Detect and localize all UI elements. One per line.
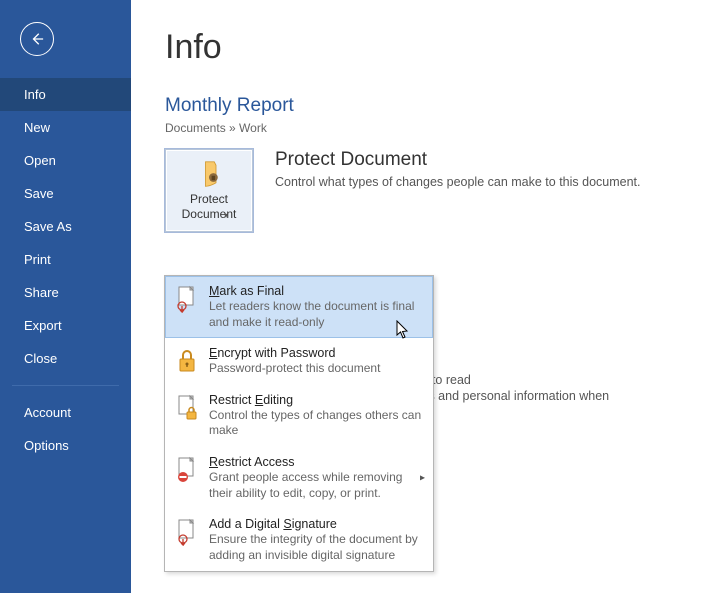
back-button[interactable] bbox=[20, 22, 54, 56]
nav-footer: AccountOptions bbox=[0, 396, 131, 462]
nav-item-account[interactable]: Account bbox=[0, 396, 131, 429]
menu-item-title: Restrict Access bbox=[209, 455, 423, 469]
nav-list: InfoNewOpenSaveSave AsPrintShareExportCl… bbox=[0, 78, 131, 375]
submenu-arrow-icon: ▸ bbox=[420, 473, 425, 484]
menu-item-title: Encrypt with Password bbox=[209, 346, 423, 360]
protect-section: Protect Document ▾ Protect Document Cont… bbox=[165, 149, 693, 232]
protect-button-label: Protect Document ▾ bbox=[182, 192, 237, 221]
dropdown-arrow-icon: ▾ bbox=[224, 211, 228, 221]
menu-item-title: Add a Digital Signature bbox=[209, 517, 423, 531]
back-arrow-icon bbox=[30, 32, 44, 46]
restrict-edit-icon bbox=[175, 393, 199, 423]
protect-section-body: Protect Document Control what types of c… bbox=[275, 149, 641, 189]
digital-sig-icon bbox=[175, 517, 199, 547]
nav-item-share[interactable]: Share bbox=[0, 276, 131, 309]
menu-item-mark-final[interactable]: Mark as FinalLet readers know the docume… bbox=[165, 276, 433, 338]
menu-item-restrict-access[interactable]: Restrict AccessGrant people access while… bbox=[165, 447, 433, 509]
breadcrumb: Documents » Work bbox=[165, 121, 693, 135]
menu-item-restrict-edit[interactable]: Restrict EditingControl the types of cha… bbox=[165, 385, 433, 447]
menu-item-digital-sig[interactable]: Add a Digital SignatureEnsure the integr… bbox=[165, 509, 433, 571]
encrypt-icon bbox=[175, 346, 199, 376]
nav-item-close[interactable]: Close bbox=[0, 342, 131, 375]
nav-item-save[interactable]: Save bbox=[0, 177, 131, 210]
protect-document-button[interactable]: Protect Document ▾ bbox=[165, 149, 253, 232]
menu-item-title: Restrict Editing bbox=[209, 393, 423, 407]
menu-item-desc: Ensure the integrity of the document by … bbox=[209, 532, 423, 563]
menu-item-desc: Let readers know the document is final a… bbox=[209, 299, 423, 330]
nav-item-options[interactable]: Options bbox=[0, 429, 131, 462]
nav-item-new[interactable]: New bbox=[0, 111, 131, 144]
mark-final-icon bbox=[175, 284, 199, 314]
nav-item-info[interactable]: Info bbox=[0, 78, 131, 111]
restrict-access-icon bbox=[175, 455, 199, 485]
protect-document-menu: Mark as FinalLet readers know the docume… bbox=[164, 275, 434, 572]
menu-item-desc: Password-protect this document bbox=[209, 361, 423, 377]
nav-item-open[interactable]: Open bbox=[0, 144, 131, 177]
shield-lock-icon bbox=[195, 160, 223, 188]
menu-item-desc: Grant people access while removing their… bbox=[209, 470, 423, 501]
protect-title: Protect Document bbox=[275, 149, 641, 171]
protect-desc: Control what types of changes people can… bbox=[275, 175, 641, 189]
menu-item-desc: Control the types of changes others can … bbox=[209, 408, 423, 439]
nav-item-saveas[interactable]: Save As bbox=[0, 210, 131, 243]
menu-item-title: Mark as Final bbox=[209, 284, 423, 298]
backstage-sidebar: InfoNewOpenSaveSave AsPrintShareExportCl… bbox=[0, 0, 131, 593]
page-heading: Info bbox=[165, 28, 693, 67]
nav-separator bbox=[12, 385, 119, 386]
nav-item-print[interactable]: Print bbox=[0, 243, 131, 276]
nav-item-export[interactable]: Export bbox=[0, 309, 131, 342]
document-title: Monthly Report bbox=[165, 95, 693, 117]
menu-item-encrypt[interactable]: Encrypt with PasswordPassword-protect th… bbox=[165, 338, 433, 385]
